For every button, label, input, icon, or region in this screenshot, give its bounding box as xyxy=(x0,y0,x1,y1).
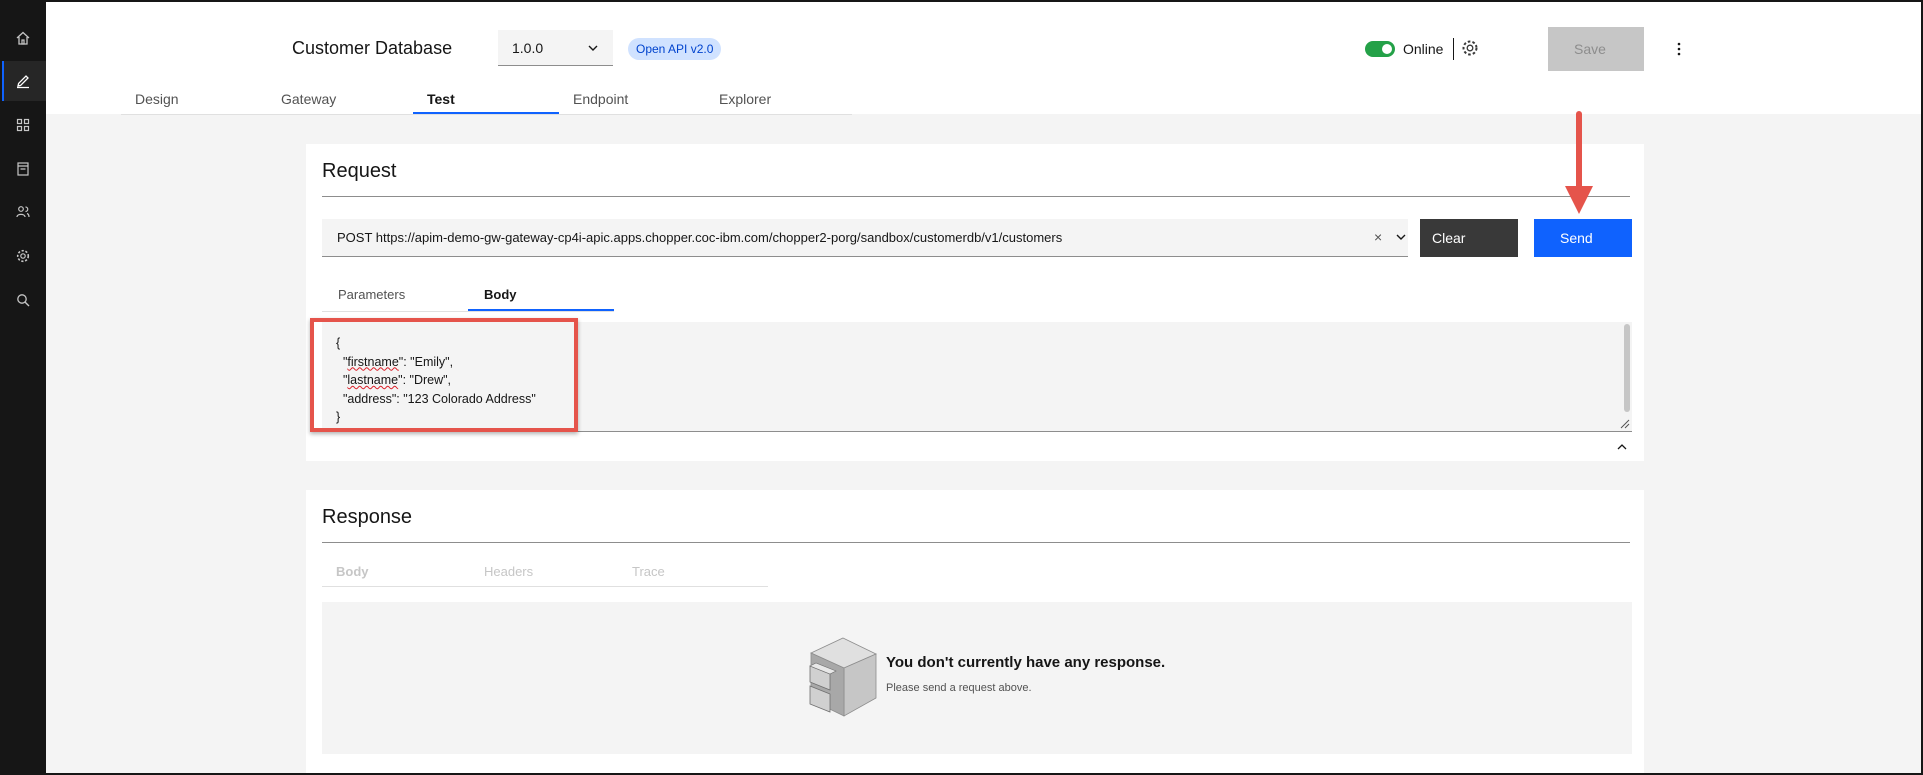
api-title: Customer Database xyxy=(292,38,453,58)
clear-button[interactable]: Clear xyxy=(1420,219,1518,257)
edit-icon xyxy=(17,75,29,89)
settings-icon xyxy=(16,249,30,263)
response-title: Response xyxy=(322,506,413,528)
chevron-down-icon[interactable] xyxy=(1394,230,1408,244)
openapi-version-tag: Open API v2.0 xyxy=(628,38,722,60)
users-icon xyxy=(16,206,30,218)
resize-handle-icon[interactable] xyxy=(1618,417,1630,429)
request-url-value: POST https://apim-demo-gw-gateway-cp4i-a… xyxy=(337,230,1063,245)
online-status-label: Online xyxy=(1403,41,1444,57)
header-divider xyxy=(1453,38,1454,60)
nav-home[interactable] xyxy=(0,18,46,58)
request-panel: Request POST https://apim-demo-gw-gatewa… xyxy=(306,144,1644,461)
overflow-menu-icon[interactable] xyxy=(1673,38,1685,60)
tab-parameters[interactable]: Parameters xyxy=(322,277,468,310)
file-cabinet-icon xyxy=(809,637,877,717)
api-header: Customer Database 1.0.0 Open API v2.0 On… xyxy=(46,0,1923,115)
send-button[interactable]: Send xyxy=(1534,219,1632,257)
tab-response-body: Body xyxy=(336,564,369,579)
save-button[interactable]: Save xyxy=(1548,27,1644,71)
tab-design[interactable]: Design xyxy=(121,86,267,113)
home-icon xyxy=(16,31,30,45)
version-value: 1.0.0 xyxy=(512,39,544,56)
api-tabs: Design Gateway Test Endpoint Explorer xyxy=(121,86,852,115)
version-select[interactable]: 1.0.0 xyxy=(498,30,613,66)
nav-develop[interactable] xyxy=(0,61,46,101)
catalog-icon xyxy=(17,162,29,176)
nav-apps[interactable] xyxy=(0,105,46,145)
tab-test[interactable]: Test xyxy=(413,86,559,114)
response-tabs: Body Headers Trace xyxy=(322,556,768,587)
editor-scrollbar[interactable] xyxy=(1624,324,1630,412)
response-divider xyxy=(322,542,1630,543)
nav-settings[interactable] xyxy=(0,236,46,276)
search-icon xyxy=(17,294,30,307)
request-title: Request xyxy=(322,160,397,182)
annotation-highlight-box xyxy=(310,318,578,432)
chevron-down-icon xyxy=(588,45,598,51)
request-url-combobox[interactable]: POST https://apim-demo-gw-gateway-cp4i-a… xyxy=(322,219,1408,257)
response-panel: Response Body Headers Trace You don't cu… xyxy=(306,490,1644,775)
nav-users[interactable] xyxy=(0,192,46,232)
tab-explorer[interactable]: Explorer xyxy=(705,86,851,113)
left-nav-rail xyxy=(0,0,46,775)
annotation-arrow-icon xyxy=(1565,111,1593,214)
nav-search[interactable] xyxy=(0,280,46,320)
gear-icon[interactable] xyxy=(1460,38,1480,58)
tab-body[interactable]: Body xyxy=(468,277,614,311)
empty-response-state: You don't currently have any response. P… xyxy=(322,602,1632,754)
tab-response-headers: Headers xyxy=(484,564,534,579)
request-subtabs: Parameters Body xyxy=(322,277,614,312)
tab-response-trace: Trace xyxy=(632,564,665,579)
tab-gateway[interactable]: Gateway xyxy=(267,86,413,113)
tab-endpoint[interactable]: Endpoint xyxy=(559,86,705,113)
clear-url-icon[interactable]: × xyxy=(1374,229,1382,245)
empty-response-title: You don't currently have any response. xyxy=(886,654,1166,671)
online-toggle[interactable] xyxy=(1365,41,1395,57)
chevron-up-icon[interactable] xyxy=(1616,441,1628,453)
apps-icon xyxy=(16,118,30,132)
nav-catalog[interactable] xyxy=(0,149,46,189)
empty-response-subtitle: Please send a request above. xyxy=(886,682,1032,694)
request-divider xyxy=(322,196,1630,197)
